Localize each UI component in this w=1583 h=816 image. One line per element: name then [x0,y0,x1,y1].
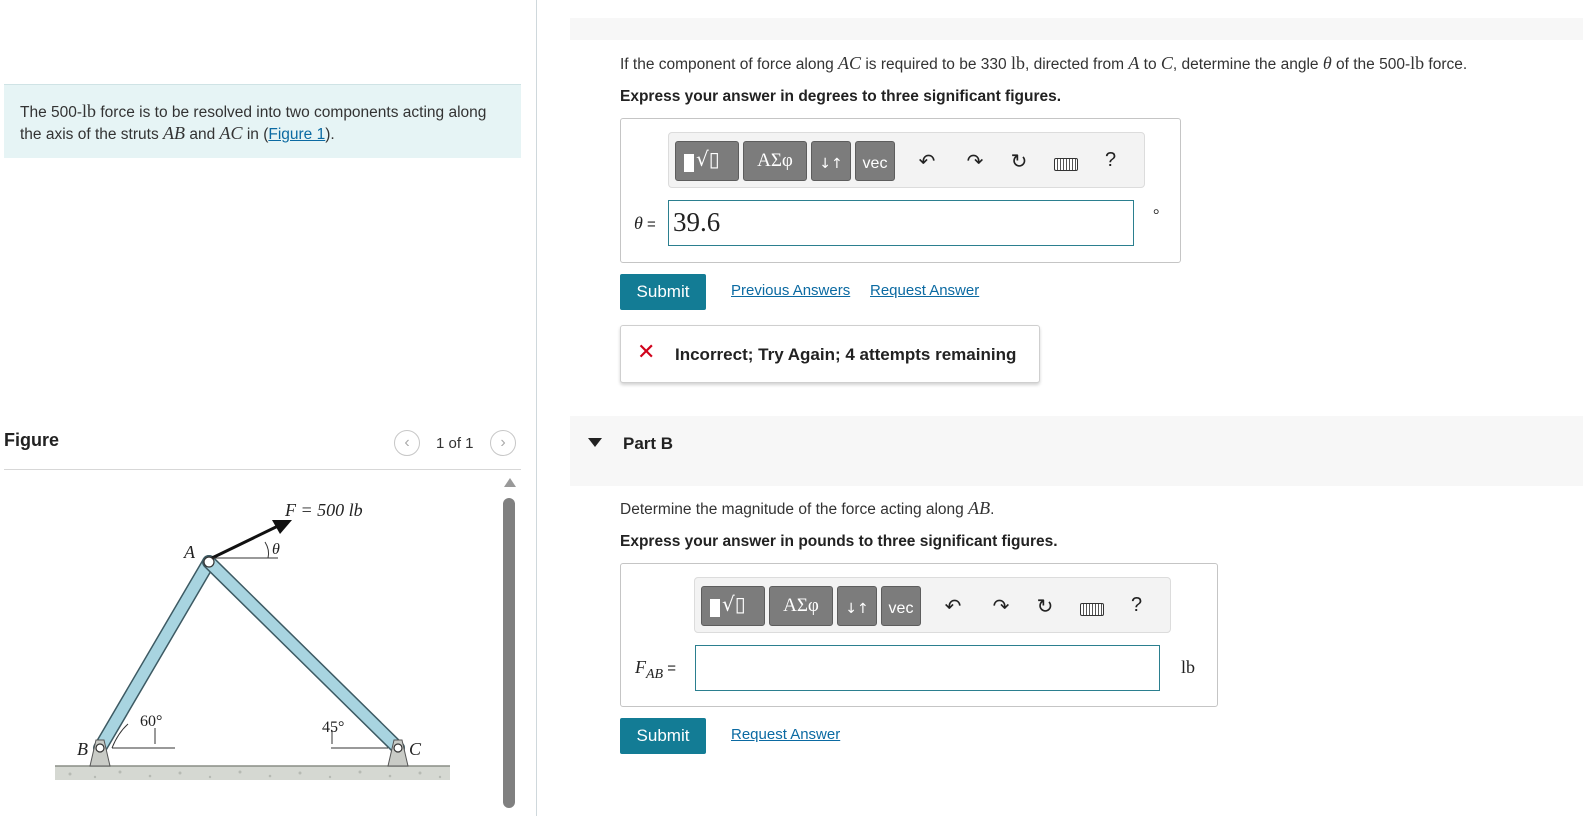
figure-header: Figure ‹ 1 of 1 › [4,428,521,470]
figure-counter: 1 of 1 [436,435,474,452]
part-a-header-strip [570,18,1583,40]
redo-icon[interactable]: ↷ [961,147,989,175]
question-text: If the component of force along [620,56,838,73]
point-a-label: A [183,542,196,562]
vec-icon[interactable]: vec [881,586,921,626]
question-text: , determine the angle [1172,56,1323,73]
chevron-left-icon[interactable]: ‹ [394,430,420,456]
figure-scrollbar[interactable] [502,478,516,816]
question-theta: θ [1322,53,1332,73]
part-a-instruction: Express your answer in degrees to three … [620,88,1062,105]
question-text: is required to be 330 [861,56,1011,73]
point-b-label: B [77,739,88,759]
eq-symbol: θ [634,213,643,233]
question-unit: lb [1410,53,1425,73]
angle-b-label: 60° [140,713,162,730]
undo-icon[interactable]: ↶ [939,592,967,620]
theta-label: θ [272,541,280,558]
intro-text: in ( [242,126,269,143]
figure-title: Figure [4,430,60,450]
eq-equals: = [663,660,677,677]
feedback-text: Incorrect; Try Again; 4 attempts remaini… [675,345,1017,364]
part-b-submit-button[interactable]: Submit [620,718,706,754]
part-b-header[interactable]: Part B [570,416,1583,486]
previous-answers-link[interactable]: Previous Answers [731,282,850,299]
intro-text: ). [325,126,335,143]
math-toolbar: √▯ ΑΣφ ↓↑ vec ↶ ↷ ↻ ? [694,577,1171,633]
part-b-title: Part B [623,434,674,453]
intro-unit: lb [82,101,97,121]
greek-icon[interactable]: ΑΣφ [743,141,807,181]
eq-subscript: AB [646,667,664,682]
left-pane: The 500-lb force is to be resolved into … [0,0,537,816]
chevron-right-icon[interactable]: › [490,430,516,456]
part-a-submit-button[interactable]: Submit [620,274,706,310]
question-text: force. [1424,56,1468,73]
part-a-question: If the component of force along AC is re… [620,53,1467,74]
keyboard-icon[interactable] [1080,603,1104,616]
part-b-request-answer-link[interactable]: Request Answer [731,726,840,743]
angle-c-label: 45° [322,719,344,736]
force-label: F = 500 lb [284,500,363,520]
scroll-up-icon[interactable] [504,478,516,487]
fab-answer-input[interactable] [695,645,1160,691]
fab-eq-label: FAB = [635,657,676,683]
reset-icon[interactable]: ↻ [1031,592,1059,620]
arrows-icon[interactable]: ↓↑ [837,586,877,626]
scrollbar-thumb[interactable] [503,498,515,808]
vec-icon[interactable]: vec [855,141,895,181]
error-x-icon: ✕ [637,340,656,365]
point-c-label: C [409,739,422,759]
templates-icon[interactable]: √▯ [701,586,765,626]
problem-intro: The 500-lb force is to be resolved into … [4,84,521,158]
reset-icon[interactable]: ↻ [1005,147,1033,175]
question-text: , directed from [1024,56,1129,73]
part-b-question: Determine the magnitude of the force act… [620,498,994,519]
part-b-answer-box: √▯ ΑΣφ ↓↑ vec ↶ ↷ ↻ ? FAB = lb [620,563,1218,707]
degree-unit: ° [1153,207,1160,224]
intro-ac: AC [219,123,243,143]
question-text: of the 500- [1331,56,1411,73]
question-text: to [1139,56,1161,73]
arrows-icon[interactable]: ↓↑ [811,141,851,181]
theta-eq-label: θ = [634,213,656,234]
question-unit: lb [1010,53,1025,73]
keyboard-icon[interactable] [1054,158,1078,171]
part-a-request-answer-link[interactable]: Request Answer [870,282,979,299]
undo-icon[interactable]: ↶ [913,147,941,175]
math-toolbar: √▯ ΑΣφ ↓↑ vec ↶ ↷ ↻ ? [668,132,1145,188]
part-b-instruction: Express your answer in pounds to three s… [620,533,1058,550]
ground [55,766,450,780]
intro-text: The 500- [20,104,83,121]
figure-link[interactable]: Figure 1 [268,126,325,143]
question-text: . [990,501,995,518]
eq-symbol: F [635,657,646,677]
theta-answer-input[interactable]: 39.6 [668,200,1134,246]
feedback-message: ✕ Incorrect; Try Again; 4 attempts remai… [620,325,1040,383]
question-c: C [1160,53,1173,73]
templates-icon[interactable]: √▯ [675,141,739,181]
question-ab: AB [968,498,991,518]
caret-down-icon[interactable] [588,438,602,447]
pound-unit: lb [1181,657,1196,677]
question-ac: AC [838,53,862,73]
help-icon[interactable]: ? [1105,149,1116,172]
strut-figure: F = 500 lb θ A B C 60° 45° [55,500,450,780]
question-text: Determine the magnitude of the force act… [620,501,969,518]
help-icon[interactable]: ? [1131,594,1142,617]
intro-text: and [185,126,220,143]
eq-equals: = [642,216,656,233]
question-a: A [1128,53,1140,73]
greek-icon[interactable]: ΑΣφ [769,586,833,626]
part-a-answer-box: √▯ ΑΣφ ↓↑ vec ↶ ↷ ↻ ? θ = 39.6 ° [620,118,1181,263]
intro-ab: AB [163,123,186,143]
redo-icon[interactable]: ↷ [987,592,1015,620]
